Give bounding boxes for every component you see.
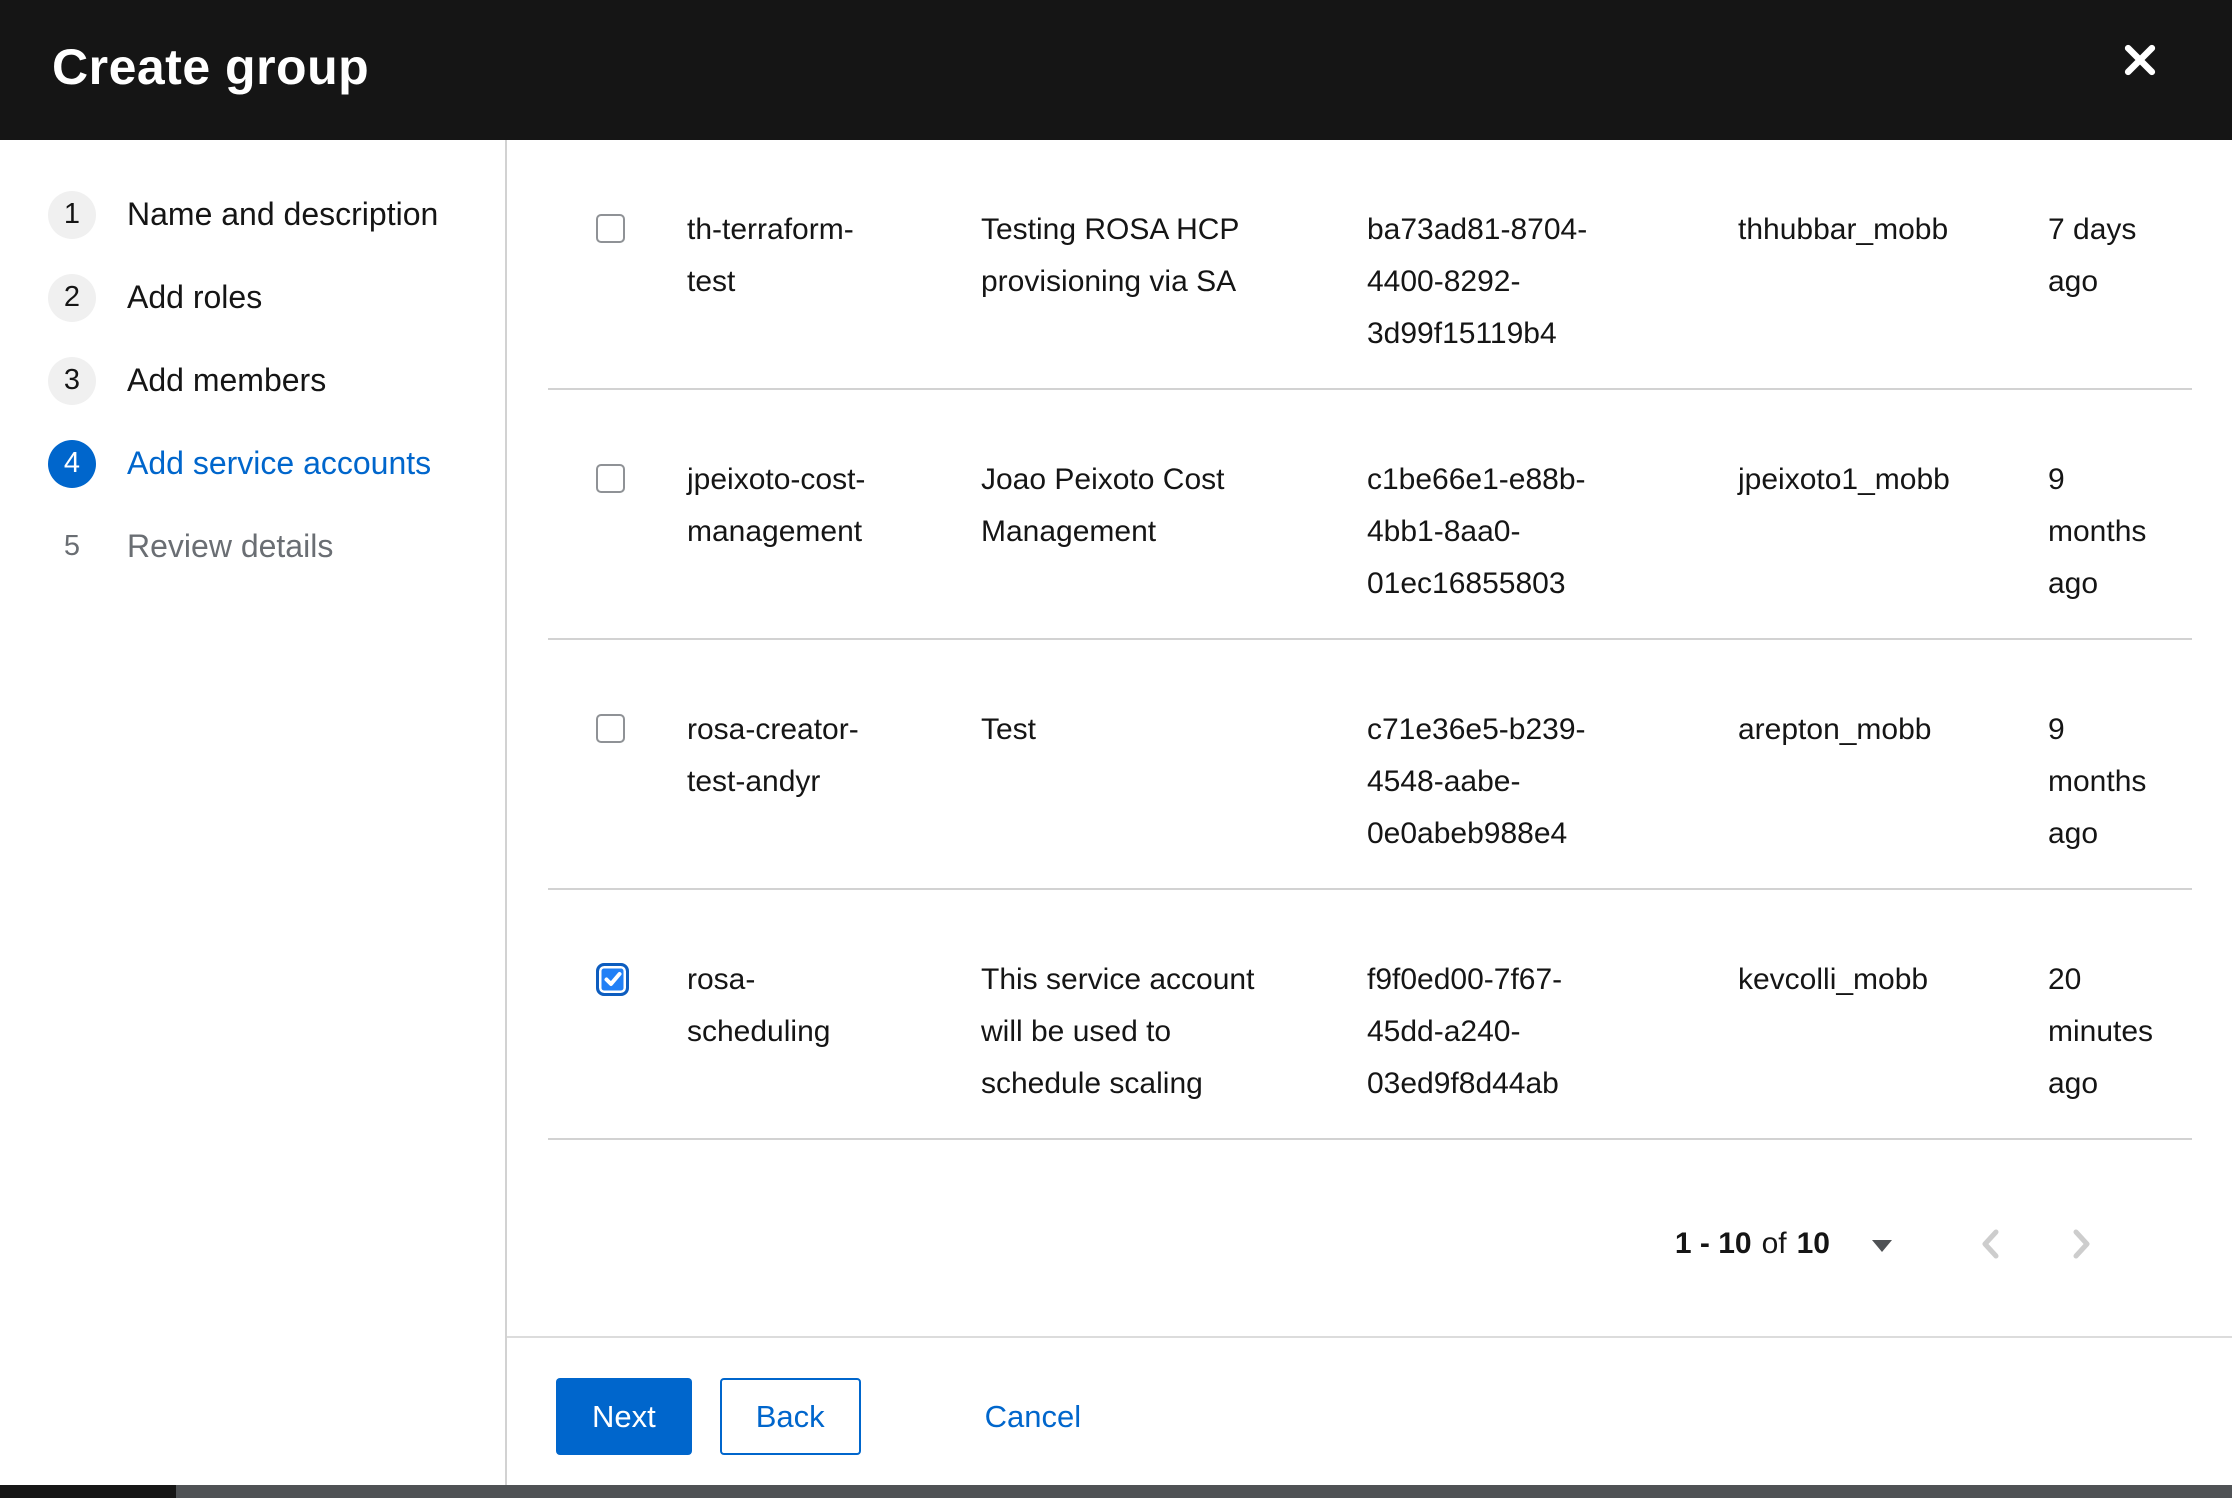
row-checkbox[interactable] bbox=[596, 464, 625, 493]
name-cell: rosa-creator-test-andyr bbox=[687, 713, 859, 798]
row-checkbox[interactable] bbox=[596, 214, 625, 243]
checkbox-cell bbox=[548, 704, 687, 860]
owner-cell: jpeixoto1_mobb bbox=[1738, 463, 1950, 496]
pagination-menu-toggle[interactable]: 1 - 10 of 10 bbox=[1675, 1227, 1892, 1261]
wizard-footer: Next Back Cancel bbox=[507, 1336, 2232, 1485]
page-title: Create group bbox=[52, 39, 370, 95]
pagination-total: 10 bbox=[1796, 1227, 1830, 1260]
time-created-cell: 9 months ago bbox=[2048, 463, 2147, 600]
wizard-step[interactable]: 5 Review details bbox=[0, 505, 505, 588]
row-checkbox[interactable] bbox=[596, 714, 625, 743]
wizard-step[interactable]: 1 Name and description bbox=[0, 173, 505, 256]
table-row: th-terraform-test Testing ROSA HCP provi… bbox=[548, 140, 2192, 390]
scrollbar-thumb[interactable] bbox=[0, 1485, 176, 1498]
time-created-cell: 7 days ago bbox=[2048, 213, 2137, 298]
step-number-badge: 4 bbox=[48, 439, 96, 488]
table-row: rosa-creator-test-andyr Test c71e36e5-b2… bbox=[548, 640, 2192, 890]
pagination-prev-button[interactable] bbox=[1976, 1224, 2006, 1264]
step-label: Add service accounts bbox=[127, 445, 432, 481]
step-label: Review details bbox=[127, 528, 334, 564]
wizard-body: 1 Name and description 2 Add roles 3 Add… bbox=[0, 140, 2232, 1485]
wizard-steps-nav: 1 Name and description 2 Add roles 3 Add… bbox=[0, 140, 505, 588]
step-label: Add roles bbox=[127, 279, 263, 315]
name-cell: rosa-scheduling bbox=[687, 963, 831, 1048]
check-icon bbox=[604, 972, 621, 986]
wizard-step[interactable]: 4 Add service accounts bbox=[0, 422, 505, 505]
wizard-main-panel: th-terraform-test Testing ROSA HCP provi… bbox=[507, 140, 2232, 1485]
caret-down-icon bbox=[1872, 1240, 1892, 1252]
create-group-wizard: Create group 1 Name and description 2 Ad… bbox=[0, 0, 2232, 1498]
name-cell: th-terraform-test bbox=[687, 213, 854, 298]
wizard-header: Create group bbox=[0, 0, 2232, 140]
description-cell: Joao Peixoto Cost Management bbox=[981, 463, 1225, 548]
client-id-cell: c71e36e5-b239-4548-aabe-0e0abeb988e4 bbox=[1367, 713, 1586, 850]
pagination-of-label: of bbox=[1761, 1227, 1787, 1260]
close-icon bbox=[2124, 44, 2156, 76]
owner-cell: thhubbar_mobb bbox=[1738, 213, 1949, 246]
next-button[interactable]: Next bbox=[556, 1378, 692, 1455]
row-checkbox[interactable] bbox=[596, 962, 629, 996]
time-created-cell: 20 minutes ago bbox=[2048, 963, 2154, 1100]
table-row: rosa-scheduling This service account wil… bbox=[548, 890, 2192, 1140]
step-number-badge: 1 bbox=[48, 190, 96, 239]
step-number-badge: 5 bbox=[63, 530, 81, 562]
description-cell: Testing ROSA HCP provisioning via SA bbox=[981, 213, 1239, 298]
wizard-sidebar: 1 Name and description 2 Add roles 3 Add… bbox=[0, 140, 507, 1485]
close-button[interactable] bbox=[2110, 30, 2170, 90]
step-label: Add members bbox=[127, 362, 327, 398]
client-id-cell: c1be66e1-e88b-4bb1-8aa0-01ec16855803 bbox=[1367, 463, 1586, 600]
description-cell: This service account will be used to sch… bbox=[981, 963, 1255, 1100]
chevron-left-icon bbox=[1982, 1229, 1999, 1259]
owner-cell: kevcolli_mobb bbox=[1738, 963, 1929, 996]
cancel-button[interactable]: Cancel bbox=[985, 1399, 1082, 1435]
owner-cell: arepton_mobb bbox=[1738, 713, 1932, 746]
step-label: Name and description bbox=[127, 196, 439, 232]
checkbox-cell bbox=[548, 454, 687, 610]
chevron-right-icon bbox=[2073, 1229, 2090, 1259]
pagination: 1 - 10 of 10 bbox=[507, 1204, 2232, 1284]
wizard-step[interactable]: 2 Add roles bbox=[0, 256, 505, 339]
step-number-badge: 2 bbox=[48, 273, 96, 322]
client-id-cell: f9f0ed00-7f67-45dd-a240-03ed9f8d44ab bbox=[1367, 963, 1563, 1100]
time-created-cell: 9 months ago bbox=[2048, 713, 2147, 850]
table-row: jpeixoto-cost-management Joao Peixoto Co… bbox=[548, 390, 2192, 640]
name-cell: jpeixoto-cost-management bbox=[687, 463, 866, 548]
back-button[interactable]: Back bbox=[719, 1378, 861, 1455]
service-accounts-table: th-terraform-test Testing ROSA HCP provi… bbox=[548, 140, 2192, 1140]
pagination-range: 1 - 10 bbox=[1674, 1227, 1752, 1260]
client-id-cell: ba73ad81-8704-4400-8292-3d99f15119b4 bbox=[1367, 213, 1588, 350]
pagination-next-button[interactable] bbox=[2066, 1224, 2096, 1264]
wizard-step[interactable]: 3 Add members bbox=[0, 339, 505, 422]
horizontal-scrollbar[interactable] bbox=[0, 1485, 2232, 1498]
step-number-badge: 3 bbox=[48, 356, 96, 405]
description-cell: Test bbox=[981, 713, 1037, 746]
checkbox-cell bbox=[548, 204, 687, 360]
checkbox-cell bbox=[548, 954, 687, 1110]
